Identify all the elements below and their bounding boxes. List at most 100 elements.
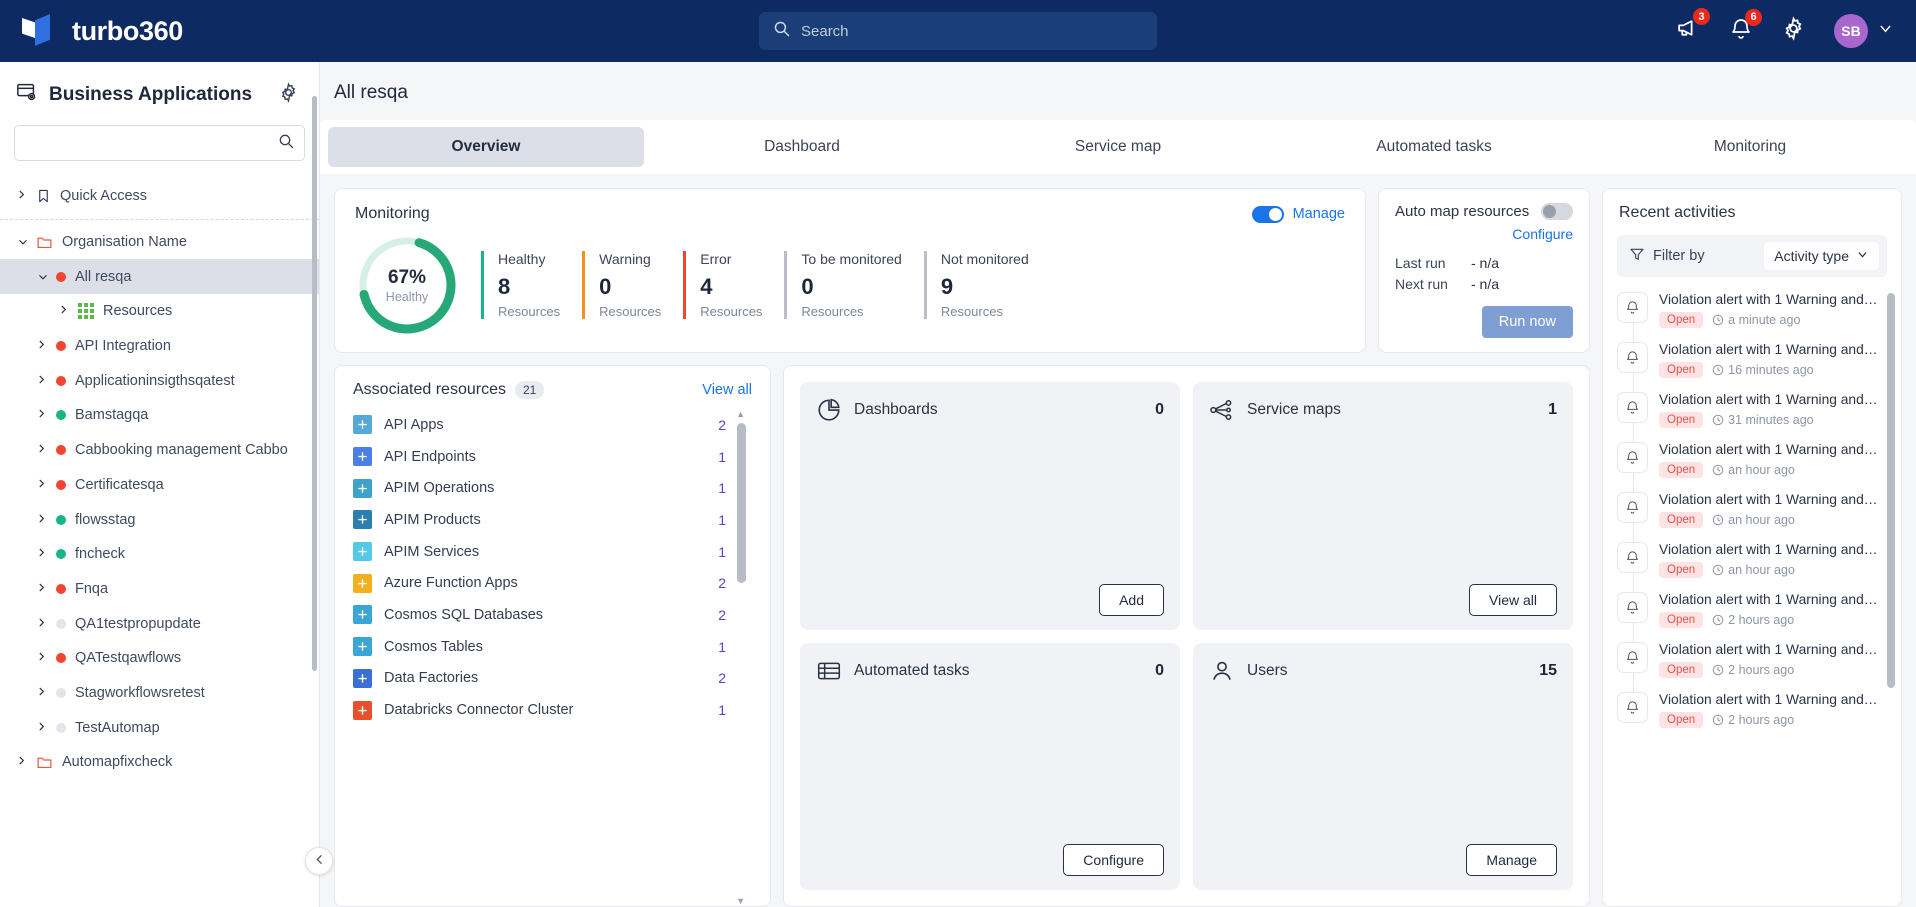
chevron-right-icon[interactable] [36, 407, 47, 423]
chevron-right-icon[interactable] [36, 685, 47, 701]
filter-icon [1629, 246, 1645, 267]
resource-row[interactable]: Databricks Connector Cluster 1 [353, 694, 752, 726]
tile-action-button[interactable]: Add [1099, 583, 1164, 616]
sidebar-item-cabbooking-management-cabbo[interactable]: Cabbooking management Cabbo [0, 433, 319, 468]
activity-item[interactable]: Violation alert with 1 Warning and… Open 2… [1603, 635, 1901, 693]
sidebar-item-fnqa[interactable]: Fnqa [0, 572, 319, 607]
settings-button[interactable] [1781, 16, 1806, 46]
activity-item[interactable]: Violation alert with 1 Warning and… Open 2… [1603, 585, 1901, 643]
activity-item[interactable]: Violation alert with 1 Warning and… Open a… [1603, 535, 1901, 593]
tab-dashboard[interactable]: Dashboard [644, 127, 960, 167]
notifications-button[interactable]: 6 [1729, 8, 1762, 46]
sidebar-item-bamstagqa[interactable]: Bamstagqa [0, 398, 319, 433]
sidebar-item-qa1testpropupdate[interactable]: QA1testpropupdate [0, 606, 319, 641]
databricks-icon [353, 700, 372, 720]
chevron-right-icon[interactable] [36, 477, 47, 493]
activity-title: Violation alert with 1 Warning and… [1659, 292, 1878, 307]
stat-value: 0 [599, 274, 612, 299]
resource-row[interactable]: APIM Products 1 [353, 504, 752, 536]
run-now-button[interactable]: Run now [1481, 306, 1573, 338]
chevron-down-icon[interactable] [14, 237, 30, 248]
sidebar-search-input[interactable] [25, 135, 278, 151]
chevron-right-icon[interactable] [36, 616, 47, 632]
chevron-right-icon[interactable] [58, 303, 69, 319]
chevron-right-icon[interactable] [36, 650, 47, 666]
sidebar-item-applicationinsigthsqatest[interactable]: Applicationinsigthsqatest [0, 363, 319, 398]
activity-bell-icon [1617, 692, 1648, 723]
status-dot [56, 549, 66, 560]
activities-scrollbar[interactable] [1887, 293, 1895, 688]
chevron-down-icon[interactable] [34, 271, 50, 282]
chevron-right-icon[interactable] [36, 581, 47, 597]
sidebar-item-fncheck[interactable]: fncheck [0, 537, 319, 572]
resources-scrollbar[interactable] [737, 423, 746, 583]
avatar: SB [1834, 14, 1868, 48]
announcements-button[interactable]: 3 [1676, 8, 1710, 46]
tab-monitoring[interactable]: Monitoring [1592, 127, 1908, 167]
chevron-right-icon[interactable] [16, 188, 27, 204]
chevron-right-icon[interactable] [36, 373, 47, 389]
activity-item[interactable]: Violation alert with 1 Warning and… Open 3… [1603, 385, 1901, 443]
resource-row[interactable]: API Apps 2 [353, 409, 752, 441]
auto-map-toggle[interactable] [1541, 203, 1573, 220]
scroll-down-arrow-icon[interactable]: ▼ [736, 896, 745, 906]
tile-action-button[interactable]: Configure [1063, 844, 1164, 876]
tile-action-button[interactable]: View all [1469, 583, 1557, 616]
sidebar-collapse-button[interactable] [305, 847, 333, 875]
chevron-right-icon[interactable] [16, 754, 27, 770]
manage-toggle-switch[interactable] [1251, 205, 1284, 223]
resource-row[interactable]: APIM Services 1 [353, 536, 752, 568]
resource-row[interactable]: API Endpoints 1 [353, 441, 752, 473]
stat-healthy: Healthy 8 Resources [481, 251, 560, 319]
user-menu[interactable]: SB [1834, 14, 1894, 48]
sidebar-scrollbar[interactable] [312, 96, 317, 671]
summary-tile-row-2: Automated tasks 0 Configure Users 15 Manage [800, 642, 1573, 890]
tile-action-button[interactable]: Manage [1466, 844, 1557, 876]
sidebar-item-quick-access[interactable]: Quick Access [0, 179, 319, 214]
sidebar-search[interactable] [14, 125, 305, 161]
activity-bell-icon [1617, 642, 1648, 673]
activity-item[interactable]: Violation alert with 1 Warning and… Open a… [1603, 435, 1901, 493]
sidebar-settings-icon[interactable] [278, 81, 299, 108]
sidebar-item-organisation-name[interactable]: Organisation Name [0, 225, 319, 260]
sidebar-item-certificatesqa[interactable]: Certificatesqa [0, 468, 319, 503]
sidebar-item-resources[interactable]: Resources [0, 294, 319, 329]
sidebar-item-testautomap[interactable]: TestAutomap [0, 710, 319, 745]
tab-service-map[interactable]: Service map [960, 127, 1276, 167]
pie-chart-icon [816, 397, 842, 423]
resource-row[interactable]: Azure Function Apps 2 [353, 567, 752, 599]
sidebar-item-automapfixcheck[interactable]: Automapfixcheck [0, 745, 319, 780]
sidebar-item-label: Applicationinsigthsqatest [75, 372, 235, 389]
global-search[interactable] [759, 12, 1157, 50]
chevron-right-icon[interactable] [36, 442, 47, 458]
sidebar-item-stagworkflowsretest[interactable]: Stagworkflowsretest [0, 676, 319, 711]
sidebar-item-qatestqawflows[interactable]: QATestqawflows [0, 641, 319, 676]
activity-item[interactable]: Violation alert with 1 Warning and… Open 1… [1603, 335, 1901, 393]
sidebar-item-api-integration[interactable]: API Integration [0, 329, 319, 364]
activity-item[interactable]: Violation alert with 1 Warning and… Open a… [1603, 285, 1901, 343]
resource-row[interactable]: Data Factories 2 [353, 663, 752, 695]
monitoring-manage-toggle[interactable]: Manage [1251, 205, 1345, 223]
chevron-right-icon[interactable] [36, 512, 47, 528]
activity-time: 31 minutes ago [1712, 413, 1814, 427]
resource-row[interactable]: Cosmos SQL Databases 2 [353, 599, 752, 631]
activity-item[interactable]: Violation alert with 1 Warning and… Open 2… [1603, 685, 1901, 735]
configure-link[interactable]: Configure [1395, 226, 1573, 242]
search-input[interactable] [801, 22, 1143, 40]
scroll-up-arrow-icon[interactable]: ▲ [736, 409, 745, 419]
view-all-resources-link[interactable]: View all [702, 382, 752, 398]
sidebar-item-all-resqa[interactable]: All resqa [0, 259, 319, 295]
chevron-right-icon[interactable] [36, 720, 47, 736]
sidebar-divider [0, 218, 319, 220]
stat-value: 8 [498, 274, 511, 299]
tab-automated-tasks[interactable]: Automated tasks [1276, 127, 1592, 167]
resource-row[interactable]: APIM Operations 1 [353, 472, 752, 504]
chevron-right-icon[interactable] [36, 338, 47, 354]
activity-item[interactable]: Violation alert with 1 Warning and… Open a… [1603, 485, 1901, 543]
chevron-right-icon[interactable] [36, 546, 47, 562]
sidebar-item-flowsstag[interactable]: flowsstag [0, 502, 319, 537]
activity-type-dropdown[interactable]: Activity type [1764, 242, 1879, 270]
tab-overview[interactable]: Overview [328, 127, 644, 167]
resource-row[interactable]: Cosmos Tables 1 [353, 631, 752, 663]
brand-logo-area[interactable]: turbo360 [22, 14, 183, 48]
